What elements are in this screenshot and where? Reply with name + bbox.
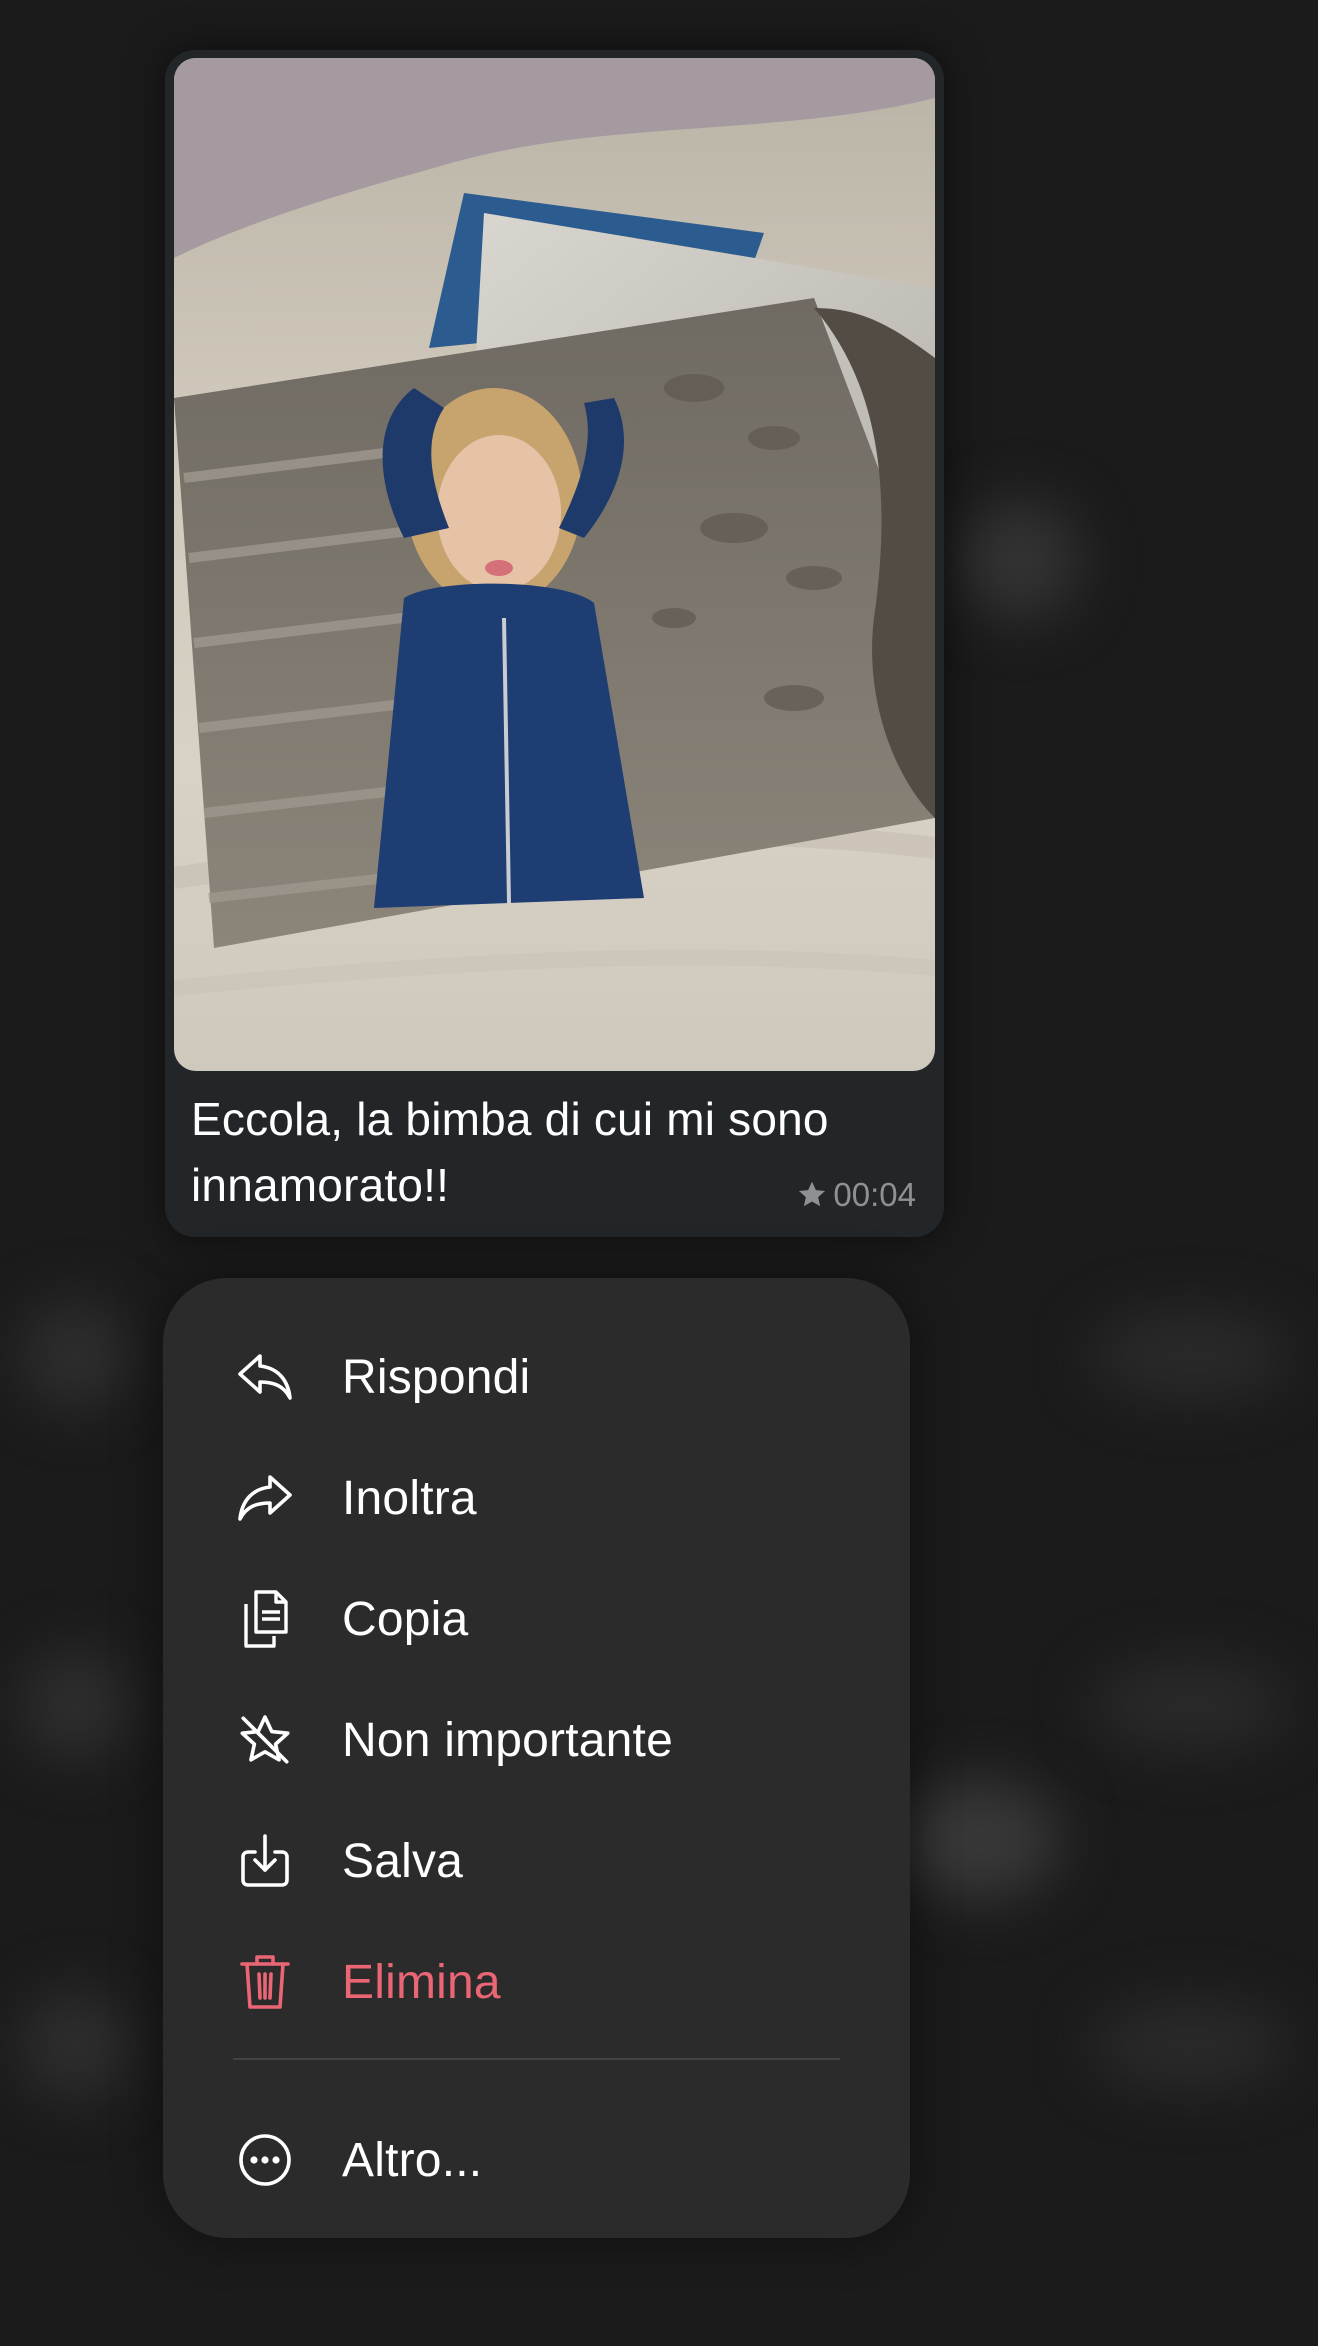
background-blur [960, 500, 1080, 620]
menu-item-label: Salva [342, 1834, 464, 1888]
background-blur [900, 1780, 1060, 1900]
menu-divider [233, 2058, 840, 2060]
menu-item-label: Inoltra [342, 1471, 477, 1525]
trash-icon [235, 1952, 295, 2012]
menu-item-unstar[interactable]: Non importante [163, 1685, 910, 1795]
menu-item-more[interactable]: Altro... [163, 2105, 910, 2215]
unstar-icon [235, 1710, 295, 1770]
save-icon [235, 1831, 295, 1891]
context-menu: Rispondi Inoltra Copia Non importante Sa… [163, 1278, 910, 2238]
menu-item-label: Elimina [342, 1955, 501, 2009]
background-blur [20, 1990, 130, 2100]
menu-item-save[interactable]: Salva [163, 1806, 910, 1916]
copy-icon [235, 1589, 295, 1649]
photo-illustration [174, 58, 935, 996]
background-blur [1090, 2000, 1290, 2090]
reply-icon [235, 1347, 295, 1407]
menu-item-copy[interactable]: Copia [163, 1564, 910, 1674]
background-blur [1090, 1660, 1290, 1750]
more-icon [235, 2130, 295, 2190]
message-time: 00:04 [833, 1176, 916, 1213]
background-blur [1090, 1310, 1290, 1400]
star-icon [795, 1179, 829, 1211]
message-meta: 00:04 [795, 1176, 916, 1214]
menu-item-label: Non importante [342, 1713, 673, 1767]
message-caption: Eccola, la bimba di cui mi sono innamora… [191, 1093, 829, 1211]
menu-item-label: Copia [342, 1592, 469, 1646]
background-blur [20, 1300, 130, 1410]
menu-item-label: Altro... [342, 2133, 483, 2187]
menu-item-forward[interactable]: Inoltra [163, 1443, 910, 1553]
menu-item-reply[interactable]: Rispondi [163, 1322, 910, 1432]
message-photo[interactable] [174, 58, 935, 1071]
menu-item-delete[interactable]: Elimina [163, 1927, 910, 2037]
message-bubble[interactable]: Eccola, la bimba di cui mi sono innamora… [165, 50, 944, 1237]
menu-item-label: Rispondi [342, 1350, 531, 1404]
forward-icon [235, 1468, 295, 1528]
background-blur [20, 1650, 130, 1760]
